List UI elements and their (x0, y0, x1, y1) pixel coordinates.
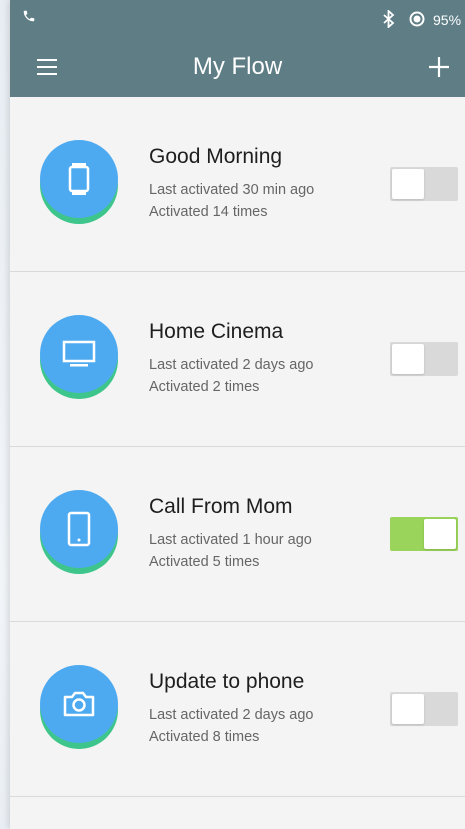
flow-activated-count: Activated 2 times (149, 379, 260, 395)
battery-level: 95% (433, 12, 462, 28)
flow-last-activated: Last activated 2 days ago (149, 357, 314, 373)
flow-item[interactable]: Home Cinema Last activated 2 days ago Ac… (10, 272, 465, 447)
flow-activated-count: Activated 5 times (149, 554, 260, 570)
flow-item[interactable]: Update to phone Last activated 2 days ag… (10, 622, 465, 797)
flow-toggle[interactable] (390, 692, 458, 726)
watch-icon (68, 163, 90, 195)
plus-icon[interactable] (427, 55, 451, 79)
flow-last-activated: Last activated 1 hour ago (149, 532, 312, 548)
monitor-icon (62, 340, 96, 367)
flow-list: Good Morning Last activated 30 min ago A… (10, 97, 465, 797)
app-bar: My Flow (10, 39, 465, 97)
flow-icon-badge (40, 140, 118, 224)
flow-toggle[interactable] (390, 167, 458, 201)
tablet-icon (67, 511, 91, 547)
flow-name: Call From Mom (149, 495, 293, 518)
flow-last-activated: Last activated 30 min ago (149, 182, 315, 198)
phone-screen: 95% My Flow Good Morning Last activated … (10, 0, 465, 829)
camera-icon (63, 691, 95, 717)
flow-toggle[interactable] (390, 517, 458, 551)
flow-item[interactable]: Call From Mom Last activated 1 hour ago … (10, 447, 465, 622)
bluetooth-icon (382, 8, 396, 33)
location-icon (408, 10, 426, 33)
flow-name: Home Cinema (149, 320, 284, 343)
flow-icon-badge (40, 490, 118, 574)
phone-icon (22, 9, 36, 28)
flow-toggle[interactable] (390, 342, 458, 376)
flow-activated-count: Activated 14 times (149, 204, 268, 220)
status-bar: 95% (10, 0, 465, 39)
flow-item[interactable]: Good Morning Last activated 30 min ago A… (10, 97, 465, 272)
flow-name: Good Morning (149, 145, 283, 168)
flow-activated-count: Activated 8 times (149, 729, 260, 745)
flow-last-activated: Last activated 2 days ago (149, 707, 314, 723)
flow-icon-badge (40, 315, 118, 399)
page-title: My Flow (192, 53, 283, 80)
flow-name: Update to phone (149, 670, 305, 693)
flow-icon-badge (40, 665, 118, 749)
